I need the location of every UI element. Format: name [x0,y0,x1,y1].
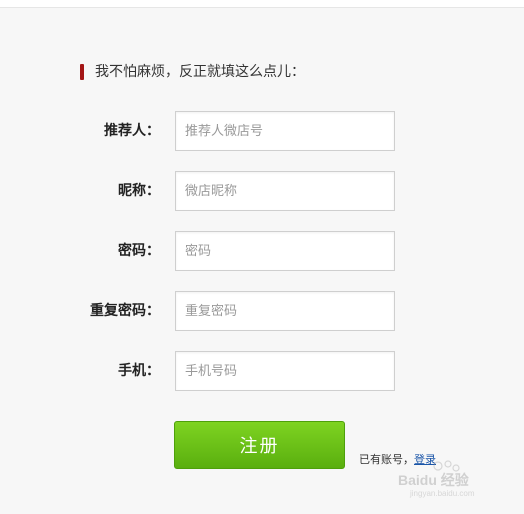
confirm-password-input[interactable] [175,291,395,331]
top-border [0,0,524,8]
nickname-input[interactable] [175,171,395,211]
referrer-input[interactable] [175,111,395,151]
password-input[interactable] [175,231,395,271]
phone-row: 手机： [0,351,524,391]
phone-input[interactable] [175,351,395,391]
referrer-row: 推荐人： [0,111,524,151]
form-section-title: 我不怕麻烦，反正就填这么点儿： [80,62,305,82]
referrer-label: 推荐人： [104,123,160,139]
nickname-label: 昵称： [118,183,160,199]
watermark-text: Baidu 经验 [398,472,470,488]
confirm-password-label: 重复密码： [90,303,160,319]
baidu-jingyan-watermark: Baidu 经验 jingyan.baidu.com [398,460,475,498]
phone-label: 手机： [118,363,160,379]
form-section-title-text: 我不怕麻烦，反正就填这么点儿： [95,64,305,80]
password-label: 密码： [118,243,160,259]
register-button[interactable]: 注册 [174,421,345,469]
nickname-row: 昵称： [0,171,524,211]
accent-bar [80,64,84,80]
confirm-password-row: 重复密码： [0,291,524,331]
watermark-subtext: jingyan.baidu.com [409,489,475,498]
password-row: 密码： [0,231,524,271]
